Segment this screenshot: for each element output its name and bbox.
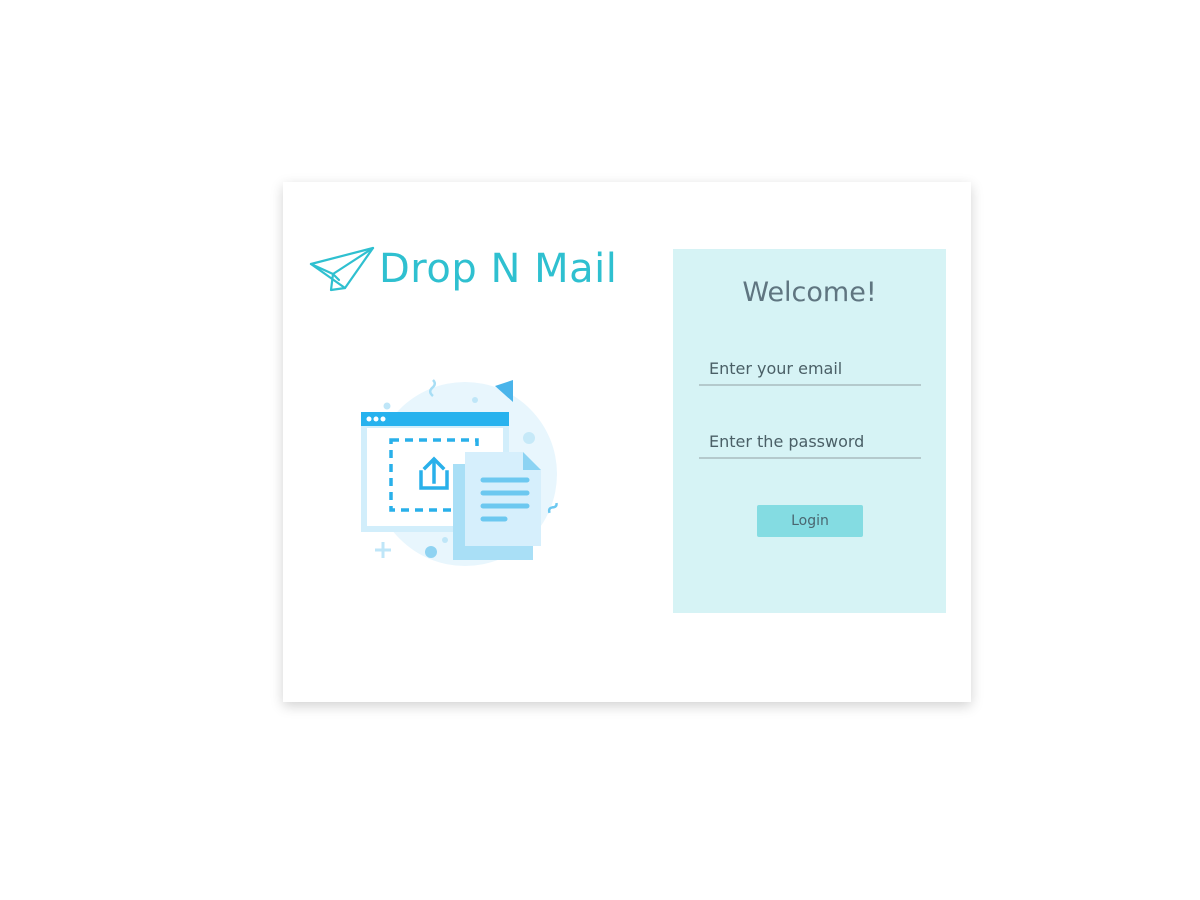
brand-header: Drop N Mail: [309, 244, 617, 294]
password-input[interactable]: [699, 425, 921, 459]
welcome-heading: Welcome!: [742, 277, 877, 308]
brand-name: Drop N Mail: [379, 246, 618, 292]
login-panel: Welcome! Login: [673, 249, 946, 613]
email-input[interactable]: [699, 352, 921, 386]
paper-plane-icon: [309, 246, 375, 292]
login-card: Drop N Mail Welcome! Enter your email Lo…: [283, 182, 971, 702]
file-upload-illustration: [357, 372, 577, 572]
login-button[interactable]: Login: [757, 505, 863, 537]
